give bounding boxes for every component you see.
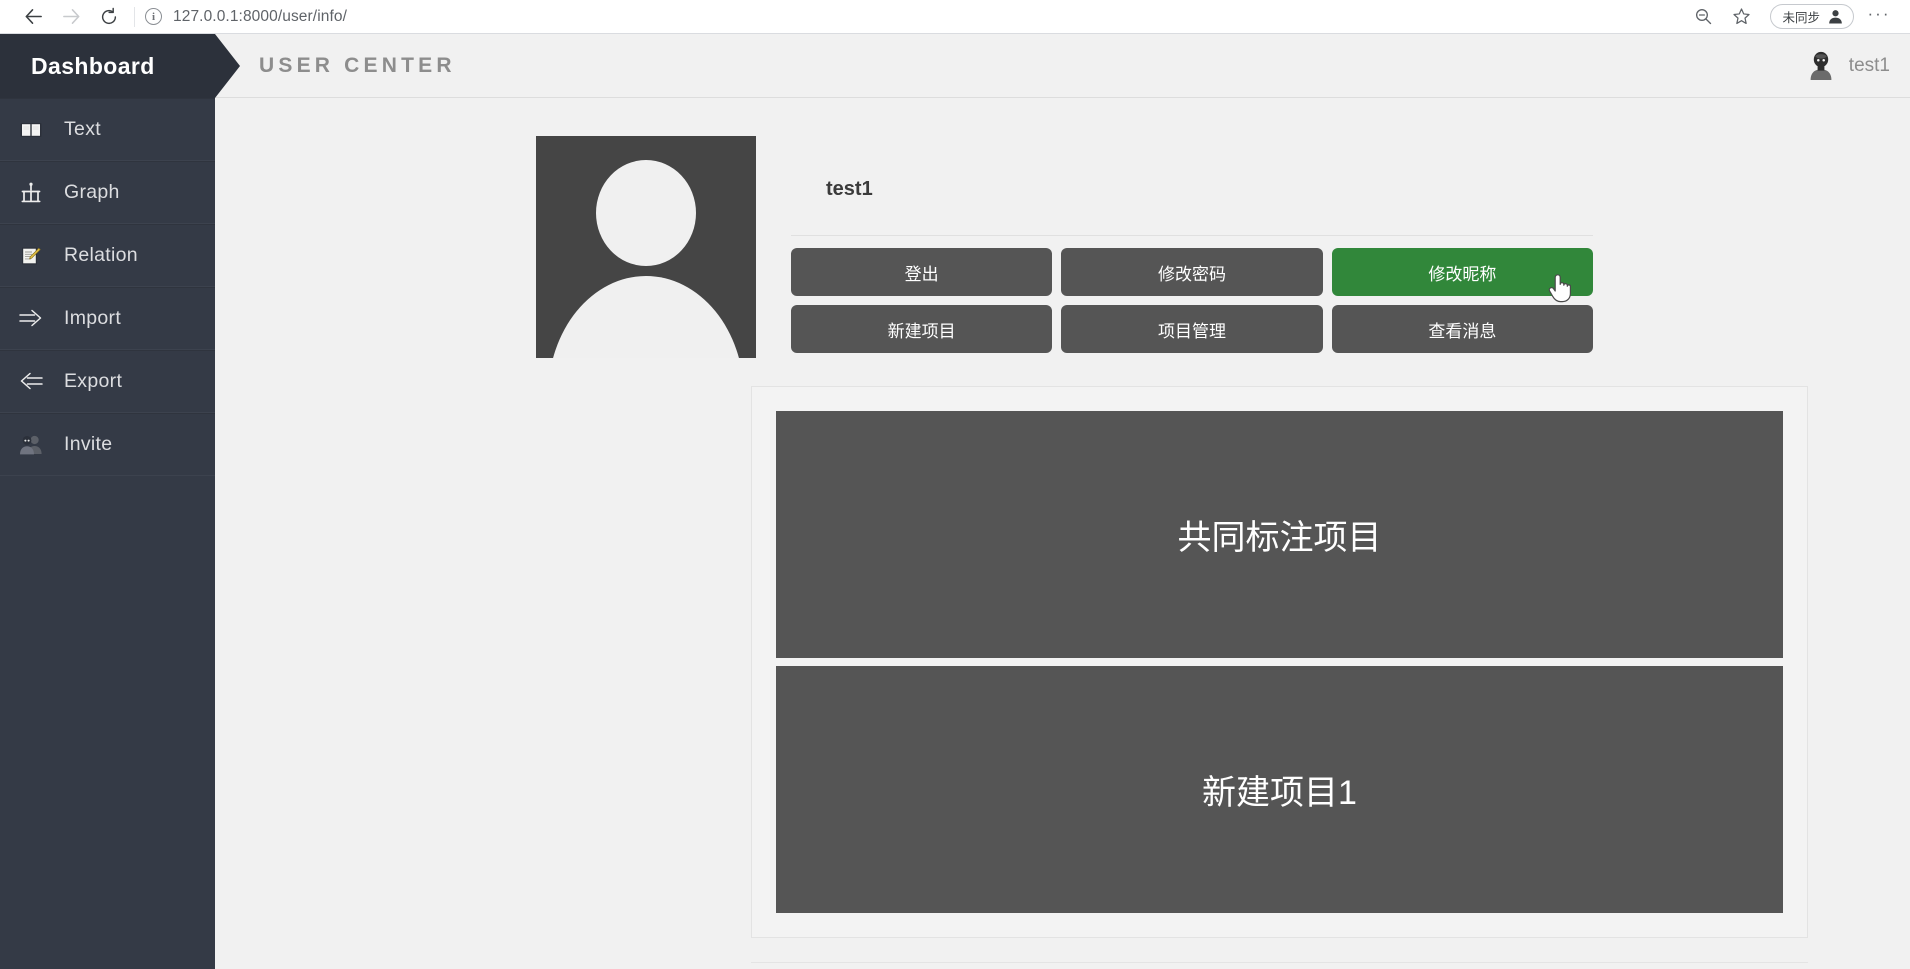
header-user-name: test1 [1848, 54, 1890, 76]
change-password-button[interactable]: 修改密码 [1061, 248, 1323, 296]
page-title: USER CENTER [259, 53, 456, 77]
large-user-avatar-placeholder[interactable] [536, 136, 756, 358]
sidebar-item-label: Invite [64, 433, 113, 455]
memo-pencil-icon [18, 243, 44, 269]
logout-button[interactable]: 登出 [791, 248, 1053, 296]
avatar-body-shape [548, 276, 744, 358]
sidebar-item-import[interactable]: Import [0, 287, 215, 350]
sidebar-item-label: Relation [64, 244, 138, 266]
sync-status-label: 未同步 [1782, 11, 1820, 25]
browser-toolbar: i 127.0.0.1:8000/user/info/ 未同步 ··· [0, 0, 1910, 34]
zoom-out-icon[interactable] [1686, 3, 1720, 31]
user-avatar-icon [1804, 49, 1838, 83]
browser-menu-button[interactable]: ··· [1862, 3, 1896, 31]
view-messages-button[interactable]: 查看消息 [1331, 305, 1593, 353]
book-icon [18, 117, 44, 143]
back-arrow-icon[interactable] [14, 2, 52, 32]
hierarchy-chart-icon [18, 180, 44, 206]
browser-menu-label: ··· [1867, 3, 1891, 23]
project-management-button[interactable]: 项目管理 [1061, 305, 1323, 353]
sidebar: Dashboard Text Graph Relation Import Exp… [0, 34, 240, 969]
profile-user-name: test1 [826, 178, 873, 200]
sidebar-item-graph[interactable]: Graph [0, 161, 215, 224]
sidebar-brand-header[interactable]: Dashboard [0, 34, 240, 98]
toolbar-divider [134, 6, 135, 27]
profile-details: test1 登出 修改密码 修改昵称 新建项目 项目管理 查看消息 [756, 136, 1593, 353]
change-nickname-button[interactable]: 修改昵称 [1331, 248, 1593, 296]
sidebar-item-relation[interactable]: Relation [0, 224, 215, 287]
profile-avatar-icon[interactable] [1827, 8, 1844, 25]
sidebar-item-invite[interactable]: Invite [0, 413, 215, 476]
new-project-button[interactable]: 新建项目 [791, 305, 1053, 353]
content-bottom-divider [751, 962, 1808, 963]
profile-row: test1 登出 修改密码 修改昵称 新建项目 项目管理 查看消息 [536, 136, 1593, 358]
project-card[interactable]: 共同标注项目 [776, 411, 1783, 658]
toolbar-right-actions: 未同步 ··· [1686, 3, 1896, 31]
address-bar[interactable]: i 127.0.0.1:8000/user/info/ [145, 4, 1686, 30]
app-root: Dashboard Text Graph Relation Import Exp… [0, 34, 1910, 969]
sidebar-item-label: Text [64, 118, 101, 140]
sidebar-item-label: Import [64, 307, 122, 329]
site-info-icon[interactable]: i [145, 8, 162, 25]
project-card[interactable]: 新建项目1 [776, 666, 1783, 913]
sidebar-item-export[interactable]: Export [0, 350, 215, 413]
sidebar-item-label: Graph [64, 181, 120, 203]
main-content: USER CENTER test1 test1 登出 修改密码 修改昵称 新建项… [215, 34, 1910, 969]
reload-icon[interactable] [90, 2, 128, 32]
double-arrow-left-icon [18, 369, 44, 395]
double-arrow-right-icon [18, 306, 44, 332]
profile-action-grid: 登出 修改密码 修改昵称 新建项目 项目管理 查看消息 [791, 236, 1593, 353]
url-text[interactable]: 127.0.0.1:8000/user/info/ [173, 8, 347, 26]
forward-arrow-icon[interactable] [52, 2, 90, 32]
sidebar-brand-label: Dashboard [31, 52, 155, 79]
two-people-icon [18, 432, 44, 458]
sidebar-item-label: Export [64, 370, 123, 392]
sync-status-pill[interactable]: 未同步 [1770, 4, 1854, 29]
header-user-menu[interactable]: test1 [1804, 49, 1890, 83]
profile-section: test1 登出 修改密码 修改昵称 新建项目 项目管理 查看消息 [536, 136, 1593, 358]
avatar-head-shape [596, 160, 696, 266]
page-header: USER CENTER test1 [215, 34, 1910, 98]
sidebar-item-text[interactable]: Text [0, 98, 215, 161]
star-icon[interactable] [1724, 3, 1758, 31]
user-center-body: test1 登出 修改密码 修改昵称 新建项目 项目管理 查看消息 共同标注项目… [215, 98, 1910, 963]
sidebar-header-pointer [215, 34, 240, 98]
project-list-panel: 共同标注项目 新建项目1 [751, 386, 1808, 938]
